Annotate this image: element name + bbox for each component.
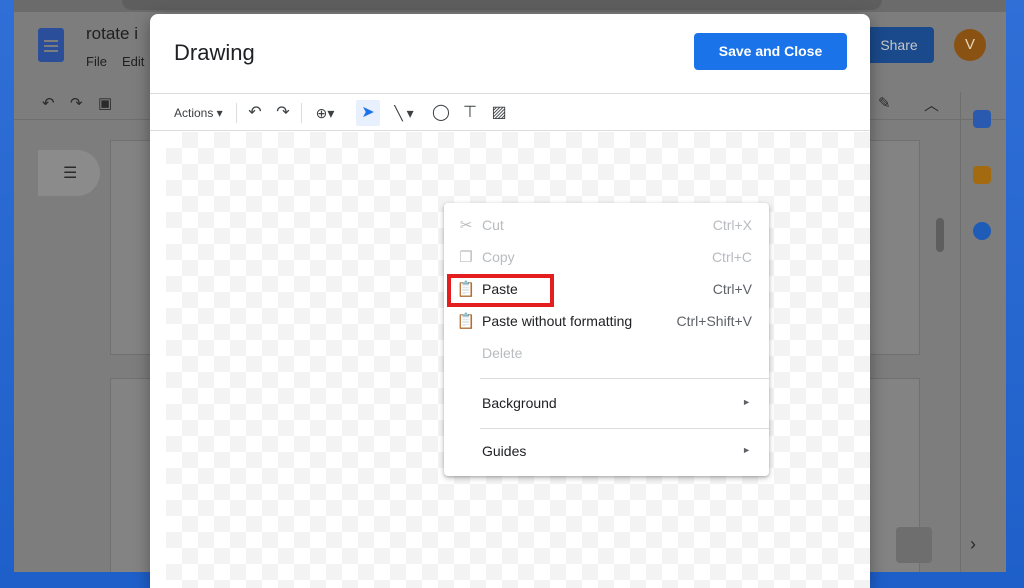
menu-item-guides[interactable]: Guides ►	[444, 436, 769, 468]
chevron-right-icon[interactable]: ›	[970, 534, 976, 555]
docs-logo-icon[interactable]	[38, 28, 64, 62]
redo-icon[interactable]: ↷	[272, 94, 294, 132]
menu-item-copy[interactable]: ❐ Copy Ctrl+C	[444, 242, 769, 274]
menu-item-shortcut: Ctrl+Shift+V	[676, 313, 752, 329]
keep-icon[interactable]	[973, 166, 991, 184]
menu-item-label: Paste without formatting	[482, 313, 633, 329]
toolbar-divider	[236, 103, 237, 123]
dialog-title: Drawing	[174, 40, 255, 65]
submenu-arrow-icon: ►	[742, 397, 751, 407]
paste-highlight-box	[447, 274, 554, 307]
menu-item-label: Copy	[482, 249, 515, 265]
avatar[interactable]: V	[954, 29, 986, 61]
text-box-icon[interactable]: ⊤	[459, 94, 481, 132]
docs-collapse-icon[interactable]: ︿	[924, 94, 939, 115]
menu-item-shortcut: Ctrl+V	[712, 281, 752, 297]
menu-file[interactable]: File	[86, 54, 107, 69]
menu-item-label: Guides	[482, 443, 527, 459]
menu-item-label: Cut	[482, 217, 504, 233]
scrollbar-thumb[interactable]	[936, 218, 944, 252]
undo-icon[interactable]: ↶	[244, 94, 266, 132]
context-menu: ✂ Cut Ctrl+X ❐ Copy Ctrl+C 📋 Paste Ctrl+…	[444, 203, 769, 476]
submenu-arrow-icon: ►	[742, 445, 751, 455]
browser-chrome	[14, 0, 1006, 12]
outline-icon: ☰	[63, 165, 78, 182]
save-and-close-button[interactable]: Save and Close	[694, 33, 847, 70]
explore-button[interactable]	[896, 527, 932, 563]
select-pointer-icon[interactable]: ➤	[356, 100, 380, 126]
docs-print-icon[interactable]: ▣	[98, 94, 112, 112]
menu-item-label: Delete	[482, 345, 523, 361]
menu-item-background[interactable]: Background ►	[444, 388, 769, 420]
docs-redo-icon[interactable]: ↷	[70, 94, 83, 112]
drawing-toolbar: Actions ▾ ↶ ↷ ⊕▾ ➤ ╲ ▾ ◯ ⊤ ▨	[150, 93, 870, 131]
menu-item-delete[interactable]: Delete	[444, 338, 769, 370]
menu-item-label: Background	[482, 395, 557, 411]
menu-item-cut[interactable]: ✂ Cut Ctrl+X	[444, 210, 769, 242]
docs-undo-icon[interactable]: ↶	[42, 94, 55, 112]
side-panel	[960, 92, 1006, 572]
image-icon[interactable]: ▨	[488, 94, 510, 132]
line-tool-icon[interactable]: ╲ ▾	[386, 94, 422, 132]
share-button[interactable]: Share	[864, 27, 934, 63]
copy-icon: ❐	[459, 249, 473, 266]
shape-tool-icon[interactable]: ◯	[430, 94, 452, 132]
actions-menu-button[interactable]: Actions ▾	[174, 94, 223, 132]
document-title[interactable]: rotate i	[86, 24, 138, 44]
calendar-icon[interactable]	[973, 110, 991, 128]
outline-button[interactable]: ☰	[38, 150, 100, 196]
docs-pen-icon[interactable]: ✎	[878, 94, 891, 112]
zoom-icon[interactable]: ⊕▾	[308, 94, 342, 132]
toolbar-divider	[301, 103, 302, 123]
scissors-icon: ✂	[459, 217, 473, 234]
menu-edit[interactable]: Edit	[122, 54, 144, 69]
menu-item-shortcut: Ctrl+X	[712, 217, 752, 233]
menu-item-shortcut: Ctrl+C	[711, 249, 752, 265]
menu-divider	[480, 428, 769, 429]
clipboard-text-icon: 📋	[456, 313, 476, 330]
menu-divider	[480, 378, 769, 379]
menu-item-paste-without-formatting[interactable]: 📋 Paste without formatting Ctrl+Shift+V	[444, 306, 769, 338]
tasks-icon[interactable]	[973, 222, 991, 240]
address-bar[interactable]	[122, 0, 882, 10]
